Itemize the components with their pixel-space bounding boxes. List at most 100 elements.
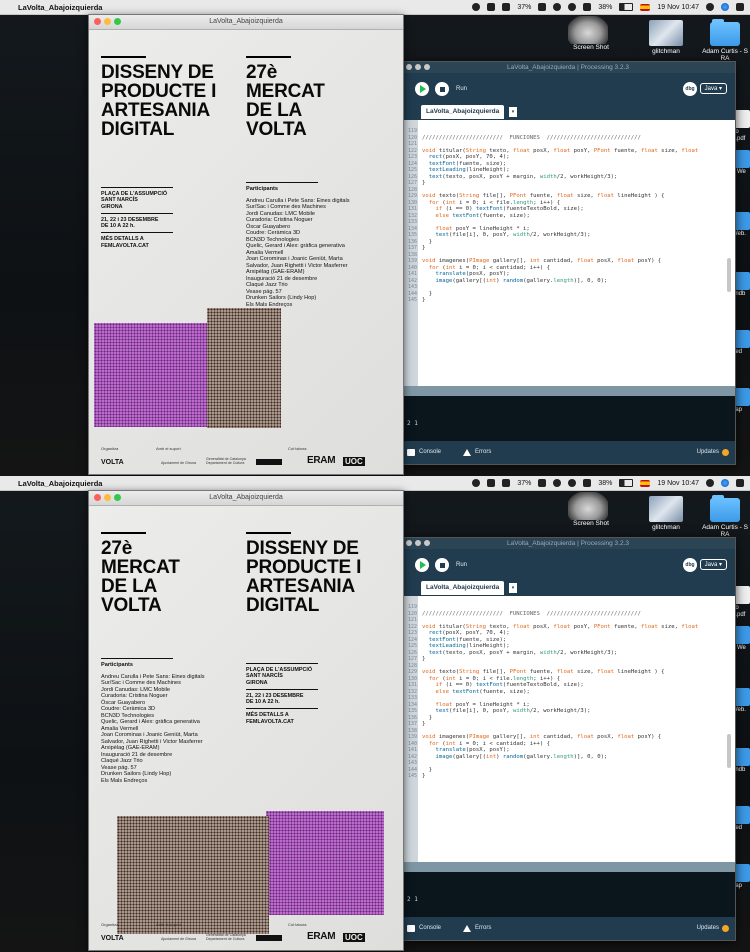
text-line: MERCAT xyxy=(101,557,180,578)
desktop-item-adam-curtis[interactable]: Adam Curtis - S RA xyxy=(700,495,750,538)
close-button[interactable] xyxy=(94,18,101,25)
input-source-flag-icon[interactable] xyxy=(640,3,651,11)
poster-title-bar[interactable]: LaVolta_Abajoizquierda xyxy=(89,491,403,506)
code-area[interactable]: //////////////////////// FUNCIONES /////… xyxy=(418,120,735,386)
poster-footer-logos: Organitza Amb el suport Col·labora VOLTA… xyxy=(101,446,391,468)
mode-selector[interactable]: Java ▾ xyxy=(699,559,727,570)
generalitat-logo: Generalitat de Catalunya Departament de … xyxy=(206,933,246,941)
text-line: DIGITAL xyxy=(246,595,320,616)
record-icon[interactable] xyxy=(472,479,481,487)
stop-button[interactable] xyxy=(435,558,449,572)
battery-percent-main: 38% xyxy=(598,3,613,11)
debug-icon[interactable]: dbg xyxy=(683,558,697,572)
code-editor[interactable]: 119 120 121 122 123 124 125 126 127 128 129 130 131 1… xyxy=(401,120,735,386)
processing-title-bar[interactable]: LaVolta_Abajoizquierda | Processing 3.2.… xyxy=(401,538,735,549)
poster-title-bar[interactable]: LaVolta_Abajoizquierda xyxy=(89,15,403,30)
wifi-icon[interactable] xyxy=(568,479,577,487)
zoom-button[interactable] xyxy=(114,494,121,501)
run-button[interactable] xyxy=(415,82,429,96)
glitchman-thumbnail xyxy=(649,496,683,522)
zoom-button[interactable] xyxy=(424,64,430,70)
minimize-button[interactable] xyxy=(104,494,111,501)
zoom-button[interactable] xyxy=(424,540,430,546)
notification-center-icon[interactable] xyxy=(736,3,744,11)
spotlight-search-icon[interactable] xyxy=(706,3,714,11)
desktop-item-screenshot[interactable]: Screen Shot xyxy=(568,16,614,51)
code-line[interactable]: } xyxy=(422,773,735,780)
poster-canvas: 27è MERCAT DE LA VOLTA DISSENY DE PRODUCTE I… xyxy=(89,506,403,950)
folder-icon xyxy=(710,19,740,46)
notification-center-icon[interactable] xyxy=(736,479,744,487)
close-button[interactable] xyxy=(406,64,412,70)
tab-menu-button[interactable]: ▾ xyxy=(509,107,517,117)
desktop-item-label: Adam Curtis - S RA xyxy=(702,48,748,62)
run-button[interactable] xyxy=(415,558,429,572)
run-label: Run xyxy=(456,86,468,92)
stop-button[interactable] xyxy=(435,82,449,96)
wifi-icon[interactable] xyxy=(568,3,577,11)
debug-icon[interactable]: dbg xyxy=(683,82,697,96)
close-button[interactable] xyxy=(94,494,101,501)
battery-icon[interactable] xyxy=(619,479,634,487)
poster-info: PLAÇA DE L'ASSUMPCIÓ SANT NARCÍS GIRONA 21… xyxy=(101,184,173,249)
participants-heading: Participants xyxy=(246,186,279,192)
minimize-button[interactable] xyxy=(415,540,421,546)
tab-sketch[interactable]: LaVolta_Abajoizquierda xyxy=(421,581,505,595)
desktop-item-screenshot[interactable]: Screen Shot xyxy=(568,492,614,527)
cloud-icon[interactable] xyxy=(538,3,547,11)
tab-menu-button[interactable]: ▾ xyxy=(509,583,517,593)
code-area[interactable]: //////////////////////// FUNCIONES /////… xyxy=(418,596,735,862)
console-tab[interactable]: Console xyxy=(407,441,441,464)
processing-title-bar[interactable]: LaVolta_Abajoizquierda | Processing 3.2.… xyxy=(401,62,735,73)
errors-tab[interactable]: Errors xyxy=(463,917,491,940)
ajuntament-logo: Ajuntament de Girona xyxy=(161,461,196,465)
poster-footer-logos: Organitza Amb el suport Col·labora VOLTA… xyxy=(101,922,391,944)
generalitat-logo: Generalitat de Catalunya Departament de … xyxy=(206,457,246,465)
siri-icon[interactable] xyxy=(721,479,729,487)
spotlight-search-icon[interactable] xyxy=(706,479,714,487)
desktop-item-adam-curtis[interactable]: Adam Curtis - S RA xyxy=(700,19,750,62)
dropbox-icon[interactable] xyxy=(502,479,511,487)
zoom-button[interactable] xyxy=(114,18,121,25)
errors-tab[interactable]: Errors xyxy=(463,441,491,464)
editor-scrollbar[interactable] xyxy=(727,258,731,292)
time-machine-icon[interactable] xyxy=(553,479,562,487)
poster-title-block-b: 27è MERCAT DE LA VOLTA xyxy=(246,30,386,139)
poster-title-block-b: 27è MERCAT DE LA VOLTA xyxy=(101,506,241,615)
close-button[interactable] xyxy=(406,540,412,546)
code-editor[interactable]: 119 120 121 122 123 124 125 126 127 128 129 130 131 1… xyxy=(401,596,735,862)
title-rule xyxy=(101,532,146,534)
desktop-item-glitchman[interactable]: glitchman xyxy=(644,496,688,531)
console-output: 2 1 xyxy=(407,420,418,427)
menu-bar: LaVolta_Abajoizquierda 37% 38% 19 Nov 10… xyxy=(0,0,750,15)
code-line[interactable]: } xyxy=(422,297,735,304)
menu-app-name[interactable]: LaVolta_Abajoizquierda xyxy=(18,3,102,12)
screen-icon[interactable] xyxy=(487,479,496,487)
minimize-button[interactable] xyxy=(104,18,111,25)
record-icon[interactable] xyxy=(472,3,481,11)
cloud-icon[interactable] xyxy=(538,479,547,487)
battery-icon[interactable] xyxy=(619,3,634,11)
time-machine-icon[interactable] xyxy=(553,3,562,11)
text-line: DE LA xyxy=(246,100,303,121)
generative-pattern-magenta xyxy=(266,811,384,915)
clock[interactable]: 19 Nov 10:47 xyxy=(657,4,699,11)
desktop-item-glitchman[interactable]: glitchman xyxy=(644,20,688,55)
dropbox-icon[interactable] xyxy=(502,3,511,11)
status-area: 37% 38% 19 Nov 10:47 xyxy=(472,0,744,14)
tab-sketch[interactable]: LaVolta_Abajoizquierda xyxy=(421,105,505,119)
airplay-icon[interactable] xyxy=(583,479,592,487)
siri-icon[interactable] xyxy=(721,3,729,11)
clock[interactable]: 19 Nov 10:47 xyxy=(657,480,699,487)
mode-selector[interactable]: Java ▾ xyxy=(699,83,727,94)
menu-app-name[interactable]: LaVolta_Abajoizquierda xyxy=(18,479,102,488)
screen-icon[interactable] xyxy=(487,3,496,11)
input-source-flag-icon[interactable] xyxy=(640,479,651,487)
airplay-icon[interactable] xyxy=(583,3,592,11)
updates-button[interactable]: Updates xyxy=(697,917,730,940)
minimize-button[interactable] xyxy=(415,64,421,70)
editor-scrollbar[interactable] xyxy=(727,734,731,768)
folder-icon xyxy=(710,495,740,522)
console-tab[interactable]: Console xyxy=(407,917,441,940)
updates-button[interactable]: Updates xyxy=(697,441,730,464)
